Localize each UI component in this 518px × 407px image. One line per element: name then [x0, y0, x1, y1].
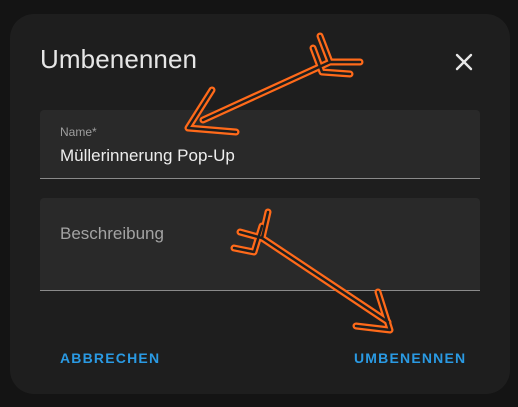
name-field-value[interactable]: Müllerinnerung Pop-Up	[60, 146, 235, 166]
name-field[interactable]: Name* Müllerinnerung Pop-Up	[40, 110, 480, 179]
rename-button[interactable]: UMBENENNEN	[354, 350, 466, 366]
dialog-title: Umbenennen	[40, 44, 198, 74]
description-field[interactable]: Beschreibung	[40, 198, 480, 291]
close-button[interactable]	[446, 44, 482, 80]
description-field-label: Beschreibung	[60, 224, 164, 243]
name-field-label: Name*	[60, 125, 97, 139]
close-icon	[455, 53, 473, 71]
rename-dialog: Umbenennen Name* Müllerinnerung Pop-Up B…	[10, 14, 510, 394]
cancel-button[interactable]: ABBRECHEN	[60, 350, 160, 366]
